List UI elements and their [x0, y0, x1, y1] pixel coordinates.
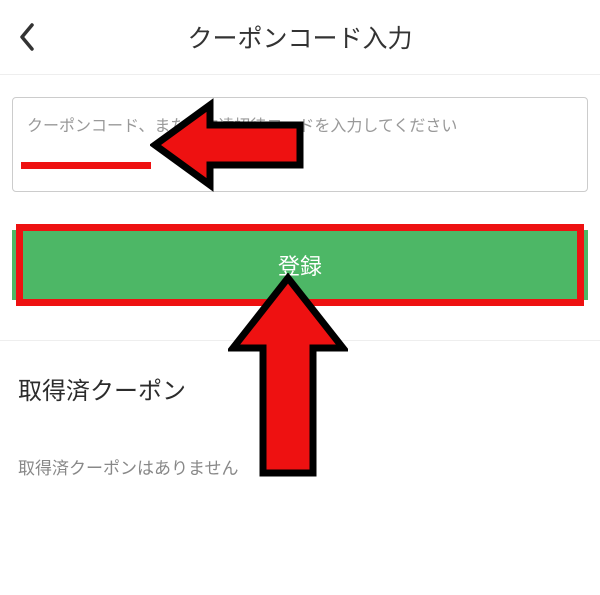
form-section: クーポンコード、または友達招待コードを入力してください 登録	[0, 75, 600, 300]
input-placeholder: クーポンコード、または友達招待コードを入力してください	[27, 112, 573, 136]
annotation-underline	[21, 162, 151, 169]
register-button-label: 登録	[278, 249, 322, 281]
header: クーポンコード入力	[0, 0, 600, 75]
submit-button-wrap: 登録	[12, 230, 588, 300]
coupons-empty-text: 取得済クーポンはありません	[18, 454, 582, 479]
coupons-title: 取得済クーポン	[18, 371, 582, 406]
page-title: クーポンコード入力	[0, 19, 600, 55]
coupon-code-input[interactable]: クーポンコード、または友達招待コードを入力してください	[12, 97, 588, 192]
back-icon[interactable]	[18, 23, 36, 51]
register-button[interactable]: 登録	[12, 230, 588, 300]
coupons-section: 取得済クーポン 取得済クーポンはありません	[0, 341, 600, 479]
